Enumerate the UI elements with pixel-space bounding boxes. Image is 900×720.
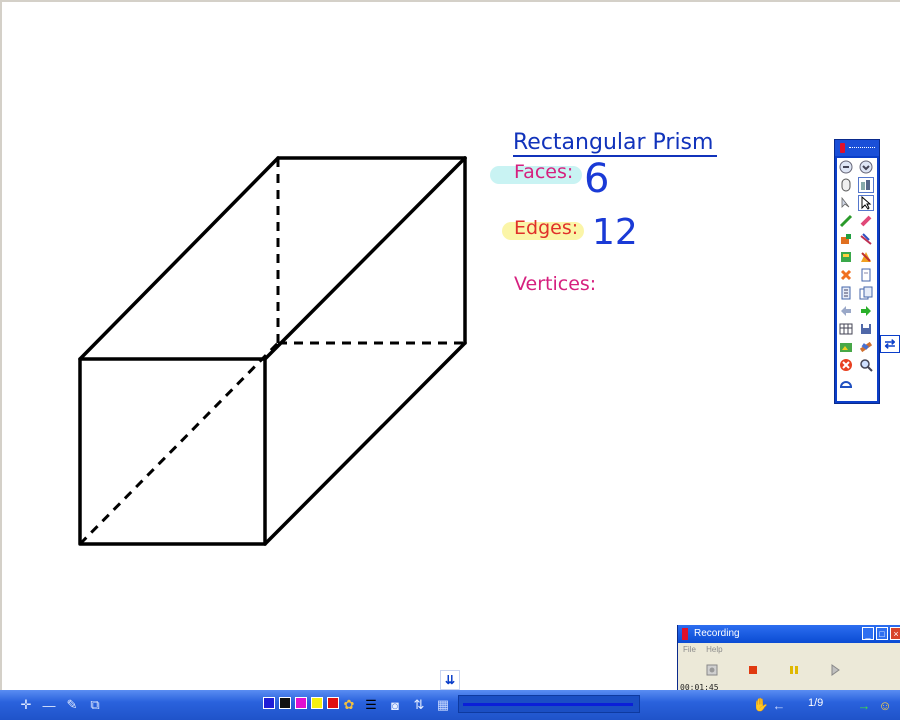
edges-value: 12 [592, 212, 638, 253]
protractor-icon[interactable] [838, 375, 854, 391]
camera-icon[interactable]: ◙ [386, 697, 404, 713]
minimize-toolbar-icon[interactable]: — [40, 697, 58, 713]
save-icon[interactable] [858, 321, 874, 337]
previous-page-button[interactable]: ← [770, 697, 788, 713]
pointer-active-icon[interactable] [858, 195, 874, 211]
prism-top-right-edge [263, 156, 467, 361]
recorder-icon [682, 628, 688, 640]
faces-value: 6 [584, 156, 610, 202]
whiteboard-canvas[interactable] [0, 0, 900, 690]
move-icon[interactable]: ✛ [17, 697, 35, 713]
swap-arrows-icon: ⇄ [884, 336, 896, 351]
line-width-icon[interactable]: ☰ [362, 697, 380, 713]
prism-top-left-edge [78, 156, 280, 361]
select-icon[interactable] [858, 177, 874, 193]
grid-icon[interactable]: ▦ [434, 697, 452, 713]
tool-palette-titlebar[interactable] [835, 140, 879, 156]
hand-icon[interactable]: ✋ [752, 697, 770, 713]
menu-help[interactable]: Help [706, 645, 722, 654]
play-button[interactable] [828, 663, 842, 677]
color-swatch-yellow[interactable] [311, 697, 323, 709]
color-swatch-blue[interactable] [263, 697, 275, 709]
stop-button[interactable] [746, 663, 760, 677]
previous-page-icon[interactable] [838, 303, 854, 319]
progress-fill [463, 703, 633, 706]
faces-label: Faces: [514, 161, 574, 183]
delete-icon[interactable] [838, 267, 854, 283]
prism-bottom-right-edge [263, 341, 467, 546]
vertices-label: Vertices: [514, 273, 597, 295]
fill-icon[interactable] [838, 231, 854, 247]
next-page-button[interactable]: → [855, 697, 873, 713]
close-button[interactable]: × [890, 627, 900, 640]
line-tool-icon[interactable] [858, 231, 874, 247]
collapse-toolbar-button[interactable]: ⇊ [440, 670, 460, 690]
zoom-icon[interactable] [858, 357, 874, 373]
undo-icon[interactable] [838, 159, 854, 175]
next-page-icon[interactable] [858, 303, 874, 319]
table-icon[interactable] [838, 321, 854, 337]
title-underline [513, 155, 717, 157]
color-swatch-black[interactable] [279, 697, 291, 709]
recording-menu: File Help [678, 643, 900, 657]
pause-button[interactable] [787, 663, 801, 677]
double-down-arrow-icon: ⇊ [444, 673, 456, 687]
mouse-icon[interactable] [838, 177, 854, 193]
maximize-button[interactable]: □ [876, 627, 888, 640]
pen-logo-icon [840, 143, 845, 153]
capture-icon[interactable] [838, 339, 854, 355]
bottom-toolbar: ✛ — ✎ ⧉ ✿ ☰ ◙ ⇅ ▦ ✋ ← 1/9 → ☺ [0, 690, 900, 720]
recording-window[interactable]: Recording _ □ × File Help 00:01:45 [677, 625, 900, 695]
shape-tool-icon[interactable] [858, 249, 874, 265]
ruler-icon[interactable] [858, 339, 874, 355]
edges-label: Edges: [514, 217, 579, 239]
record-button[interactable] [705, 663, 719, 677]
page-list-icon[interactable] [838, 285, 854, 301]
tool-grid [837, 158, 877, 401]
tool-palette[interactable] [834, 139, 880, 404]
user-icon[interactable]: ☺ [876, 697, 894, 713]
page-indicator: 1/9 [808, 697, 824, 709]
recording-title: Recording [694, 628, 740, 639]
pen-icon[interactable] [838, 213, 854, 229]
windows-icon[interactable]: ⧉ [86, 697, 104, 713]
arrow-cursor-icon[interactable] [838, 195, 854, 211]
insert-page-icon[interactable] [838, 249, 854, 265]
recording-titlebar[interactable]: Recording _ □ × [678, 625, 900, 643]
side-toggle-button[interactable]: ⇄ [880, 335, 900, 353]
recording-controls [678, 660, 900, 680]
redo-icon[interactable] [858, 159, 874, 175]
minimize-button[interactable]: _ [862, 627, 874, 640]
edit-icon[interactable]: ✎ [63, 697, 81, 713]
prism-hidden-diagonal-edge [78, 341, 280, 546]
eraser-icon[interactable] [858, 213, 874, 229]
color-swatch-red[interactable] [327, 697, 339, 709]
color-palette-icon[interactable]: ✿ [340, 697, 358, 713]
new-page-icon[interactable] [858, 267, 874, 283]
progress-track[interactable] [458, 695, 640, 713]
page-sort-icon[interactable]: ⇅ [410, 697, 428, 713]
drag-grip-icon[interactable] [849, 147, 875, 150]
menu-file[interactable]: File [683, 645, 696, 654]
color-swatch-magenta[interactable] [295, 697, 307, 709]
close-tool-icon[interactable] [838, 357, 854, 373]
duplicate-page-icon[interactable] [858, 285, 874, 301]
note-title: Rectangular Prism [513, 130, 714, 155]
